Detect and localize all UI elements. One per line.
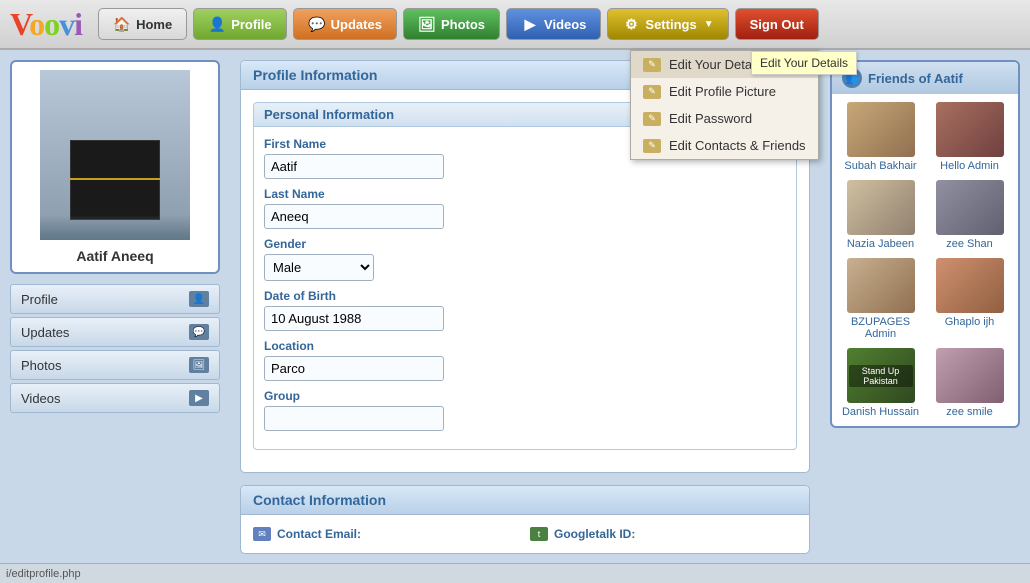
logo: Voovi [10, 6, 82, 43]
settings-icon: ⚙ [622, 15, 640, 33]
photos-icon: 🖼 [418, 15, 436, 33]
home-button[interactable]: 🏠 Home [98, 8, 187, 40]
contact-info-section: Contact Information ✉ Contact Email: t G… [240, 485, 810, 554]
friend-avatar-2 [847, 180, 915, 235]
friend-name-0: Subah Bakhair [840, 160, 921, 172]
friends-grid: Subah Bakhair Hello Admin Nazia Jabeen z… [832, 94, 1018, 426]
videos-icon: ▶ [521, 15, 539, 33]
friend-avatar-5 [936, 258, 1004, 313]
friend-name-3: zee Shan [929, 238, 1010, 250]
friend-item-2[interactable]: Nazia Jabeen [840, 180, 921, 250]
email-contact-item: ✉ Contact Email: [253, 527, 520, 541]
left-sidebar: Aatif Aneeq Profile 👤 Updates 💬 Photos 🖼… [0, 50, 230, 583]
photos-button[interactable]: 🖼 Photos [403, 8, 500, 40]
friend-item-3[interactable]: zee Shan [929, 180, 1010, 250]
first-name-input[interactable] [264, 154, 444, 179]
sidebar-item-updates[interactable]: Updates 💬 [10, 317, 220, 347]
gender-group: Gender Male Female [264, 237, 786, 281]
friend-name-2: Nazia Jabeen [840, 238, 921, 250]
edit-picture-icon: ✎ [643, 85, 661, 99]
main-layout: Aatif Aneeq Profile 👤 Updates 💬 Photos 🖼… [0, 50, 1030, 583]
profile-photo [40, 70, 190, 240]
settings-dropdown: ✎ Edit Your Details Edit Your Details ✎ … [630, 50, 819, 160]
group-input[interactable] [264, 406, 444, 431]
kaaba-building [70, 140, 160, 220]
videos-button[interactable]: ▶ Videos [506, 8, 601, 40]
dob-input[interactable] [264, 306, 444, 331]
edit-password-icon: ✎ [643, 112, 661, 126]
profile-name: Aatif Aneeq [20, 248, 210, 264]
edit-details-icon: ✎ [643, 58, 661, 72]
contact-info-header: Contact Information [241, 486, 809, 515]
last-name-group: Last Name [264, 187, 786, 229]
googletalk-contact-item: t Googletalk ID: [530, 527, 797, 541]
videos-menu-icon: ▶ [189, 390, 209, 406]
edit-contacts-icon: ✎ [643, 139, 661, 153]
friend-item-1[interactable]: Hello Admin [929, 102, 1010, 172]
contact-info-body: ✉ Contact Email: t Googletalk ID: [241, 515, 809, 553]
friend-avatar-0 [847, 102, 915, 157]
friend-avatar-1 [936, 102, 1004, 157]
group-label: Group [264, 389, 786, 403]
friends-header: 👥 Friends of Aatif [832, 62, 1018, 94]
profile-card: Aatif Aneeq [10, 60, 220, 274]
sidebar-item-photos[interactable]: Photos 🖼 [10, 350, 220, 380]
updates-button[interactable]: 💬 Updates [293, 8, 397, 40]
gender-label: Gender [264, 237, 786, 251]
friend-avatar-4 [847, 258, 915, 313]
status-bar: i/editprofile.php [0, 563, 1030, 583]
friend-name-7: zee smile [929, 406, 1010, 418]
friend-name-4: BZUPAGES Admin [840, 316, 921, 340]
sidebar-item-profile[interactable]: Profile 👤 [10, 284, 220, 314]
contact-row: ✉ Contact Email: t Googletalk ID: [253, 527, 797, 541]
sidebar-item-videos[interactable]: Videos ▶ [10, 383, 220, 413]
sidebar-menu: Profile 👤 Updates 💬 Photos 🖼 Videos ▶ [10, 284, 220, 413]
friend-avatar-7 [936, 348, 1004, 403]
kaaba-cloth [70, 178, 160, 180]
updates-icon: 💬 [308, 15, 326, 33]
friend-item-4[interactable]: BZUPAGES Admin [840, 258, 921, 340]
friend-item-7[interactable]: zee smile [929, 348, 1010, 418]
googletalk-icon: t [530, 527, 548, 541]
friend-name-5: Ghaplo ijh [929, 316, 1010, 328]
edit-password-item[interactable]: ✎ Edit Password [631, 105, 818, 132]
friend-name-1: Hello Admin [929, 160, 1010, 172]
top-nav: Voovi 🏠 Home 👤 Profile 💬 Updates 🖼 Photo… [0, 0, 1030, 50]
crowd [40, 215, 190, 240]
edit-picture-item[interactable]: ✎ Edit Profile Picture [631, 78, 818, 105]
dob-label: Date of Birth [264, 289, 786, 303]
last-name-input[interactable] [264, 204, 444, 229]
friend-avatar-6: Stand Up Pakistan [847, 348, 915, 403]
profile-nav-button[interactable]: 👤 Profile [193, 8, 286, 40]
signout-button[interactable]: Sign Out [735, 8, 819, 40]
location-label: Location [264, 339, 786, 353]
email-icon: ✉ [253, 527, 271, 541]
group-group: Group [264, 389, 786, 431]
personal-info-body: First Name Last Name Gender Male Female [254, 127, 796, 449]
photos-menu-icon: 🖼 [189, 357, 209, 373]
friend-avatar-3 [936, 180, 1004, 235]
dob-group: Date of Birth [264, 289, 786, 331]
home-icon: 🏠 [113, 15, 131, 33]
dropdown-arrow-icon: ▼ [704, 19, 714, 30]
location-group: Location [264, 339, 786, 381]
friend-item-5[interactable]: Ghaplo ijh [929, 258, 1010, 340]
friend-item-6[interactable]: Stand Up Pakistan Danish Hussain [840, 348, 921, 418]
gender-select[interactable]: Male Female [264, 254, 374, 281]
right-sidebar: 👥 Friends of Aatif Subah Bakhair Hello A… [820, 50, 1030, 583]
settings-button[interactable]: ⚙ Settings ▼ [607, 8, 728, 40]
kaaba-scene [40, 70, 190, 240]
edit-details-item[interactable]: ✎ Edit Your Details Edit Your Details [631, 51, 818, 78]
tooltip: Edit Your Details [751, 51, 857, 75]
updates-menu-icon: 💬 [189, 324, 209, 340]
friends-box: 👥 Friends of Aatif Subah Bakhair Hello A… [830, 60, 1020, 428]
friend-item-0[interactable]: Subah Bakhair [840, 102, 921, 172]
edit-contacts-item[interactable]: ✎ Edit Contacts & Friends [631, 132, 818, 159]
last-name-label: Last Name [264, 187, 786, 201]
profile-icon: 👤 [208, 15, 226, 33]
friend-name-6: Danish Hussain [840, 406, 921, 418]
profile-menu-icon: 👤 [189, 291, 209, 307]
location-input[interactable] [264, 356, 444, 381]
